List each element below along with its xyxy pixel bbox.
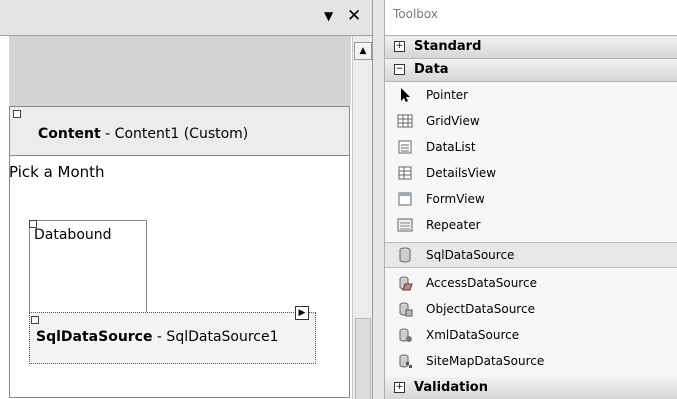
scroll-thumb[interactable]	[355, 318, 371, 399]
pointer-icon	[401, 88, 410, 102]
accessdatasource-icon	[399, 276, 413, 291]
toolbox-title: Toolbox	[393, 7, 438, 21]
content-control-title: Content - Content1 (Custom)	[38, 126, 249, 142]
tool-pointer[interactable]: Pointer	[385, 82, 677, 108]
gridview-icon	[397, 114, 413, 128]
tool-label: DetailsView	[426, 166, 497, 180]
sqldatasource-icon	[399, 247, 411, 263]
collapse-icon[interactable]: −	[394, 64, 405, 75]
tool-label: Pointer	[426, 88, 469, 102]
tool-label: ObjectDataSource	[426, 302, 535, 316]
objectdatasource-icon	[399, 302, 413, 317]
tool-label: Repeater	[426, 218, 481, 232]
smart-tag-icon[interactable]: ▶	[295, 306, 309, 320]
tool-accessdatasource[interactable]: AccessDataSource	[385, 270, 677, 296]
sqldatasource-control[interactable]: ▶ SqlDataSource - SqlDataSource1	[29, 306, 316, 364]
group-data[interactable]: − Data	[385, 59, 677, 82]
sqldatasource-title: SqlDataSource - SqlDataSource1	[36, 329, 279, 345]
tool-label: FormView	[426, 192, 485, 206]
tool-label: AccessDataSource	[426, 276, 537, 290]
databound-label: Databound	[34, 227, 112, 243]
toolbox-title-bar: Toolbox	[385, 0, 677, 36]
repeater-icon	[397, 218, 413, 232]
group-standard-label: Standard	[414, 39, 482, 54]
group-validation-label: Validation	[414, 380, 488, 395]
tool-label: DataList	[426, 140, 476, 154]
toolbox-panel: Toolbox + Standard − Data Pointer GridVi…	[384, 0, 677, 399]
tool-detailsview[interactable]: DetailsView	[385, 160, 677, 186]
xmldatasource-icon	[399, 328, 412, 342]
dropdown-arrow-icon[interactable]: ▼	[324, 9, 333, 23]
control-marker-icon	[13, 110, 21, 118]
vertical-scrollbar[interactable]: ▲	[352, 36, 372, 399]
content-control-header: Content - Content1 (Custom)	[10, 107, 349, 156]
datalist-icon	[398, 140, 412, 154]
tool-repeater[interactable]: Repeater	[385, 212, 677, 238]
group-standard[interactable]: + Standard	[385, 36, 677, 59]
group-data-label: Data	[414, 62, 449, 77]
tool-label: XmlDataSource	[426, 328, 520, 342]
tool-sitemapdatasource[interactable]: SiteMapDataSource	[385, 348, 677, 374]
tool-xmldatasource[interactable]: XmlDataSource	[385, 322, 677, 348]
tool-label: SqlDataSource	[426, 248, 515, 262]
tool-label: SiteMapDataSource	[426, 354, 545, 368]
tool-sqldatasource[interactable]: SqlDataSource	[385, 242, 677, 268]
expand-icon[interactable]: +	[394, 382, 405, 393]
pane-splitter[interactable]	[373, 0, 384, 399]
expand-icon[interactable]: +	[394, 41, 405, 52]
group-validation[interactable]: + Validation	[385, 377, 677, 399]
control-marker-icon	[31, 316, 39, 324]
pick-month-label: Pick a Month	[9, 163, 105, 181]
close-icon[interactable]: ✕	[347, 6, 361, 26]
detailsview-icon	[398, 166, 412, 180]
designer-title-bar: ▼ ✕	[0, 0, 372, 36]
scroll-up-icon[interactable]: ▲	[354, 42, 372, 60]
sitemapdatasource-icon	[399, 354, 412, 368]
tool-objectdatasource[interactable]: ObjectDataSource	[385, 296, 677, 322]
tool-datalist[interactable]: DataList	[385, 134, 677, 160]
databound-control[interactable]: Databound	[29, 220, 147, 322]
designer-pane[interactable]: ▼ ✕ Content - Content1 (Custom) Pick a M…	[0, 0, 373, 399]
tool-label: GridView	[426, 114, 480, 128]
tool-gridview[interactable]: GridView	[385, 108, 677, 134]
formview-icon	[398, 192, 412, 206]
tool-formview[interactable]: FormView	[385, 186, 677, 212]
master-page-area	[9, 36, 351, 106]
